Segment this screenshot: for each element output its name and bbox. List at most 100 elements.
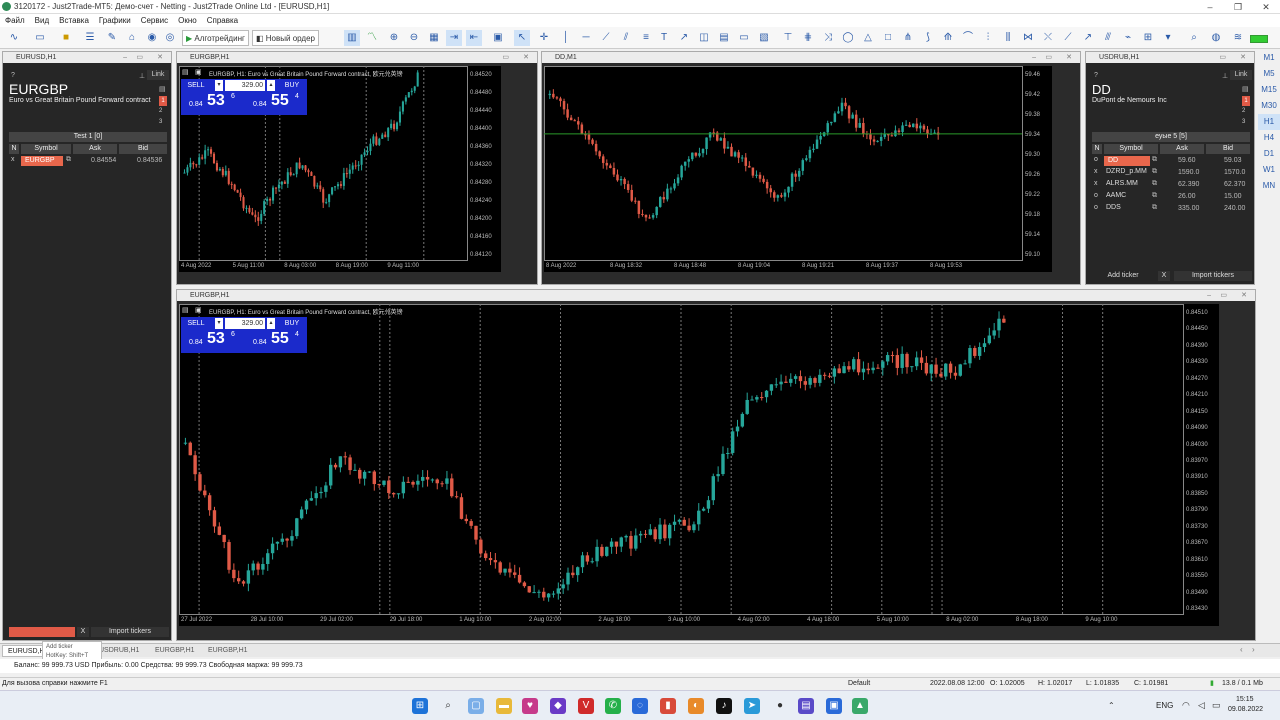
table-row-symbol[interactable]: DDS — [1104, 204, 1150, 211]
crosshair-icon[interactable]: ✛ — [536, 30, 552, 46]
cycle-icon[interactable]: ⟆ — [920, 30, 936, 46]
chart-link-icon[interactable]: ⧉ — [1152, 204, 1157, 212]
help-question[interactable]: ? — [1094, 72, 1098, 79]
eurgbp-main-chart[interactable]: 0.84510 0.84450 0.84390 0.84330 0.84270 0.842… — [179, 304, 1219, 626]
clock-date[interactable]: 09.08.2022 — [1228, 706, 1263, 713]
printer-icon[interactable]: ▤ — [159, 85, 166, 93]
bar-chart-icon[interactable]: ▥ — [344, 30, 360, 46]
trendline-icon[interactable]: ⟋ — [598, 30, 614, 46]
data-window-icon[interactable]: ☰ — [82, 30, 98, 46]
timeframe-m5[interactable]: M5 — [1258, 66, 1280, 82]
timeframe-m1[interactable]: M1 — [1258, 50, 1280, 66]
text-icon[interactable]: T — [656, 30, 672, 46]
tab-eurgbp-1[interactable]: EURGBP,H1 — [150, 645, 200, 657]
cursor-icon[interactable]: ↖ — [514, 30, 530, 46]
link-button[interactable]: Link — [147, 70, 169, 80]
fan-icon[interactable]: ⟰ — [940, 30, 956, 46]
start-icon[interactable]: ⊞ — [412, 698, 428, 714]
vivaldi-icon[interactable]: V — [578, 698, 594, 714]
lang-indicator[interactable]: ENG — [1156, 701, 1173, 710]
gann-icon[interactable]: ⋕ — [800, 30, 816, 46]
maximize-icon[interactable]: ❐ — [1224, 0, 1252, 14]
maximize-icon[interactable]: ▭ — [1219, 52, 1226, 63]
line-chart-icon[interactable]: 〽 — [364, 30, 380, 46]
text-tool-icon[interactable]: ⊤ — [780, 30, 796, 46]
chart-shift-icon[interactable]: ⇤ — [466, 30, 482, 46]
help-question[interactable]: ? — [11, 72, 15, 79]
whatsapp-icon[interactable]: ✆ — [605, 698, 621, 714]
chart-trade-icon[interactable]: ▣ — [195, 68, 202, 76]
minimize-icon[interactable]: – — [1032, 52, 1036, 63]
templates-icon[interactable]: ▭ — [32, 30, 48, 46]
folder-icon[interactable]: ■ — [58, 30, 74, 46]
app-folder-icon[interactable]: ▣ — [826, 698, 842, 714]
app-heart-icon[interactable]: ♥ — [522, 698, 538, 714]
chart-link-icon[interactable]: ⧉ — [1152, 156, 1157, 164]
task-view-icon[interactable]: ▢ — [468, 698, 484, 714]
tab-right-icon[interactable]: › — [1252, 645, 1255, 654]
menu-view[interactable]: Вид — [30, 14, 54, 27]
close-icon[interactable]: ✕ — [1066, 52, 1072, 63]
minimize-icon[interactable]: – — [1196, 0, 1224, 14]
chart-link-icon[interactable]: ⧉ — [66, 156, 71, 164]
app-gem-icon[interactable]: ◆ — [550, 698, 566, 714]
sell-button[interactable]: SELL — [181, 80, 211, 91]
pitchfork-icon[interactable]: ⋔ — [900, 30, 916, 46]
chart-objects-icon[interactable]: ▤ — [716, 30, 732, 46]
table-row-symbol[interactable]: DZRD_p.MM — [1104, 168, 1150, 175]
list-number-1[interactable]: 1 — [1242, 96, 1250, 106]
remove-ticker-button[interactable]: X — [77, 627, 89, 637]
chart-type-icon[interactable]: ∿ — [6, 30, 22, 46]
projection-icon[interactable]: ⟋ — [1060, 30, 1076, 46]
wifi-icon[interactable]: ◠ — [1182, 700, 1190, 711]
label-icon[interactable]: ▭ — [736, 30, 752, 46]
app-orange-icon[interactable]: ◐ — [688, 698, 704, 714]
algotrading-button[interactable]: ▶ Алготрейдинг — [182, 30, 249, 46]
volume-input[interactable]: 329.00 — [225, 318, 265, 329]
regression-icon[interactable]: ⫶ — [980, 30, 996, 46]
pin-icon[interactable]: ⊥ — [1222, 72, 1228, 80]
rectangle-icon[interactable]: □ — [880, 30, 896, 46]
zoom-out-icon[interactable]: ⊖ — [406, 30, 422, 46]
wifi-icon[interactable]: ≋ — [1230, 30, 1246, 46]
chart-list-icon[interactable]: ▤ — [182, 68, 189, 76]
menu-charts[interactable]: Графики — [94, 14, 136, 27]
grid-icon[interactable]: ▦ — [426, 30, 442, 46]
ellipse-icon[interactable]: ◯ — [840, 30, 856, 46]
arrow-icon[interactable]: ↗ — [676, 30, 692, 46]
timeframe-mn[interactable]: MN — [1258, 178, 1280, 194]
signals-icon[interactable]: ◉ — [144, 30, 160, 46]
telegram-icon[interactable]: ➤ — [744, 698, 760, 714]
wave-icon[interactable]: ⌁ — [1120, 30, 1136, 46]
table-row-symbol[interactable]: EURGBP — [21, 156, 63, 166]
close-icon[interactable]: ✕ — [1252, 0, 1280, 14]
volume-down-icon[interactable]: ▾ — [215, 80, 223, 91]
elliott-icon[interactable]: ⤨ — [820, 30, 836, 46]
menu-tools[interactable]: Сервис — [136, 14, 173, 27]
list-number-2[interactable]: 2 — [1242, 108, 1245, 114]
table-row-symbol[interactable]: DD — [1104, 156, 1150, 166]
arc-icon[interactable]: ⌒ — [960, 30, 976, 46]
autoscroll-icon[interactable]: ⇥ — [446, 30, 462, 46]
menu-file[interactable]: Файл — [0, 14, 30, 27]
clock-time[interactable]: 15:15 — [1236, 696, 1254, 703]
timeframe-h1[interactable]: H1 — [1258, 114, 1280, 130]
chart-list-icon[interactable]: ▤ — [182, 306, 189, 314]
menu-help[interactable]: Справка — [202, 14, 243, 27]
import-tickers-button[interactable]: Import tickers — [91, 627, 169, 637]
explorer-icon[interactable]: ▬ — [496, 698, 512, 714]
printer-icon[interactable]: ▤ — [1242, 85, 1249, 93]
minimize-icon[interactable]: – — [123, 52, 127, 63]
community-icon[interactable]: ◍ — [1208, 30, 1224, 46]
app-doc-icon[interactable]: ▤ — [798, 698, 814, 714]
buy-button[interactable]: BUY — [277, 80, 307, 91]
import-tickers-button[interactable]: Import tickers — [1174, 271, 1252, 281]
chart-link-icon[interactable]: ⧉ — [1152, 168, 1157, 176]
timeframe-m30[interactable]: M30 — [1258, 98, 1280, 114]
add-ticker-button[interactable]: Add ticker — [1092, 271, 1154, 281]
app-book-icon[interactable]: ▮ — [660, 698, 676, 714]
maximize-icon[interactable]: ▭ — [1045, 52, 1052, 63]
close-icon[interactable]: ✕ — [1241, 290, 1247, 301]
remove-ticker-button[interactable]: X — [1158, 271, 1170, 281]
market-icon[interactable]: ⌂ — [124, 30, 140, 46]
